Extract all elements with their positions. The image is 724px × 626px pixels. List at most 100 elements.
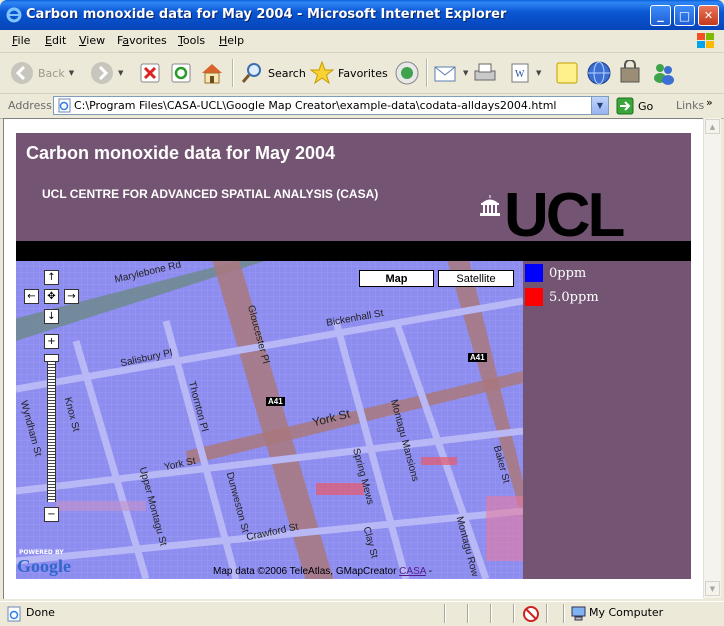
zoom-slider-track[interactable] — [47, 356, 56, 502]
menu-bar: File Edit View Favorites Tools Help — [0, 30, 724, 53]
ucl-logo: UCL — [504, 181, 625, 250]
legend-label: 0ppm — [549, 265, 587, 281]
vertical-scrollbar[interactable]: ▲ ▼ — [703, 118, 721, 598]
menu-file[interactable]: File — [12, 34, 30, 47]
map-type-map-button[interactable]: Map — [359, 270, 434, 287]
status-separator — [546, 604, 548, 623]
messenger-icon — [654, 64, 674, 85]
stop-button[interactable] — [139, 59, 161, 87]
map-copyright: Map data ©2006 TeleAtlas, GMapCreator CA… — [213, 566, 432, 577]
pan-right-icon[interactable]: → — [64, 289, 79, 304]
menu-help[interactable]: Help — [219, 34, 244, 47]
print-button[interactable] — [472, 59, 498, 87]
links-label[interactable]: Links — [676, 99, 704, 112]
window-titlebar[interactable]: Carbon monoxide data for May 2004 - Micr… — [0, 0, 724, 30]
menu-view[interactable]: View — [79, 34, 105, 47]
legend-item: 5.0ppm — [525, 288, 599, 306]
menu-view-label: iew — [86, 34, 106, 47]
media-button[interactable] — [394, 59, 420, 87]
security-button[interactable] — [618, 59, 642, 87]
close-button[interactable]: ✕ — [698, 5, 719, 26]
minimize-button[interactable]: _ — [650, 5, 671, 26]
back-arrow-icon — [11, 62, 33, 84]
legend-swatch-red — [525, 288, 543, 306]
menu-edit-accel: E — [45, 34, 52, 47]
zoom-in-icon[interactable]: + — [44, 334, 59, 349]
scroll-up-icon[interactable]: ▲ — [705, 119, 720, 134]
my-computer-icon — [571, 606, 586, 621]
menu-file-label: ile — [17, 34, 31, 47]
status-separator — [513, 604, 515, 623]
google-map[interactable]: Marylebone Rd Gloucester Pl Bickenhall S… — [16, 261, 523, 579]
pan-down-icon[interactable]: ↓ — [44, 309, 59, 324]
ucl-portico-icon — [480, 195, 500, 216]
maximize-button[interactable]: □ — [674, 5, 695, 26]
menu-tools-label: ools — [182, 34, 206, 47]
svg-text:W: W — [515, 69, 525, 80]
standard-toolbar: Back ▼ ▼ Search Favorites ▼ W ▼ — [0, 53, 724, 94]
page-title: Carbon monoxide data for May 2004 — [26, 143, 336, 163]
mail-dropdown-icon[interactable]: ▼ — [463, 69, 468, 77]
note-icon — [556, 62, 578, 84]
pan-up-icon[interactable]: ↑ — [44, 270, 59, 285]
menu-tools[interactable]: Tools — [178, 34, 205, 47]
refresh-button[interactable] — [170, 59, 192, 87]
powered-by-label: POWERED BY — [19, 549, 64, 556]
go-label: Go — [638, 99, 654, 113]
pan-center-icon[interactable]: ✥ — [44, 289, 59, 304]
casa-link[interactable]: CASA — [399, 566, 426, 577]
toolbar-separator — [426, 59, 428, 87]
zoom-out-icon[interactable]: − — [44, 507, 59, 522]
favorites-button[interactable]: Favorites — [310, 59, 388, 87]
pan-left-icon[interactable]: ← — [24, 289, 39, 304]
refresh-icon — [171, 63, 191, 83]
security-zone-label: My Computer — [589, 606, 664, 619]
home-button[interactable] — [200, 59, 224, 87]
status-separator — [444, 604, 446, 623]
legend-item: 0ppm — [525, 264, 586, 282]
forward-dropdown-icon[interactable]: ▼ — [118, 69, 123, 77]
map-type-satellite-button[interactable]: Satellite — [438, 270, 514, 287]
mail-button[interactable]: ▼ — [433, 59, 468, 87]
road-number-badge: A41 — [266, 397, 285, 406]
status-bar: Done My Computer — [0, 601, 724, 626]
back-button[interactable]: Back ▼ — [10, 59, 74, 87]
menu-favorites[interactable]: Favorites — [117, 34, 167, 47]
go-button[interactable]: Go — [616, 97, 653, 115]
menu-edit[interactable]: Edit — [45, 34, 66, 47]
forward-button[interactable]: ▼ — [90, 59, 123, 87]
windows-logo-icon — [697, 33, 714, 48]
zoom-slider-thumb[interactable] — [44, 354, 59, 362]
road-number-badge: A41 — [468, 353, 487, 362]
back-dropdown-icon[interactable]: ▼ — [69, 69, 74, 77]
status-separator — [467, 604, 469, 623]
edit-dropdown-icon[interactable]: ▼ — [536, 69, 541, 77]
search-button[interactable]: Search — [240, 59, 306, 87]
address-bar: Address C:\Program Files\CASA-UCL\Google… — [0, 94, 724, 119]
printer-icon — [474, 63, 496, 81]
address-dropdown-icon[interactable]: ▼ — [591, 97, 608, 114]
messenger-button[interactable] — [651, 59, 677, 87]
edit-button[interactable]: W ▼ — [508, 59, 541, 87]
discuss-button[interactable] — [555, 59, 579, 87]
window-title: Carbon monoxide data for May 2004 - Micr… — [26, 7, 507, 22]
globe-icon — [587, 61, 611, 85]
page-header: Carbon monoxide data for May 2004 UCL CE… — [16, 133, 691, 261]
google-logo[interactable]: Google — [17, 556, 71, 577]
toolbar-separator — [232, 59, 234, 87]
copyright-suffix: - — [425, 566, 432, 577]
address-input[interactable]: C:\Program Files\CASA-UCL\Google Map Cre… — [53, 96, 609, 115]
back-label: Back — [38, 66, 65, 80]
legend-swatch-blue — [525, 264, 543, 282]
research-button[interactable] — [586, 59, 612, 87]
status-separator — [490, 604, 492, 623]
internet-explorer-icon — [6, 7, 22, 23]
header-band — [16, 241, 691, 261]
word-document-icon: W — [511, 63, 529, 83]
popup-blocker-icon[interactable] — [522, 605, 540, 623]
stop-icon — [140, 63, 160, 83]
links-chevron-icon[interactable]: » — [706, 96, 713, 109]
security-icon — [620, 60, 640, 83]
scroll-down-icon[interactable]: ▼ — [705, 581, 720, 596]
favorites-star-icon — [310, 61, 334, 85]
